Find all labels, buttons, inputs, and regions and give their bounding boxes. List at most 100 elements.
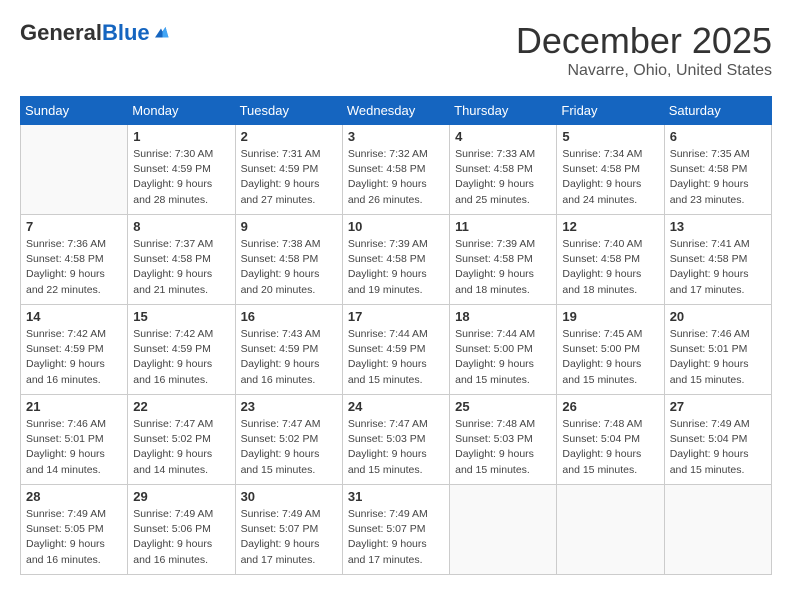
calendar-cell: 1Sunrise: 7:30 AMSunset: 4:59 PMDaylight…: [128, 125, 235, 215]
calendar-cell: 31 Sunrise: 7:49 AMSunset: 5:07 PMDayligh…: [342, 485, 449, 575]
day-info: Sunrise: 7:46 AMSunset: 5:01 PMDaylight:…: [670, 327, 766, 388]
calendar-week-row: 1Sunrise: 7:30 AMSunset: 4:59 PMDaylight…: [21, 125, 772, 215]
calendar-day-header: Friday: [557, 97, 664, 125]
calendar-cell: 17 Sunrise: 7:44 AMSunset: 4:59 PMDayligh…: [342, 305, 449, 395]
calendar-cell: 5 Sunrise: 7:34 AMSunset: 4:58 PMDaylight…: [557, 125, 664, 215]
calendar-day-header: Saturday: [664, 97, 771, 125]
calendar-cell: 8 Sunrise: 7:37 AMSunset: 4:58 PMDaylight…: [128, 215, 235, 305]
calendar-day-header: Sunday: [21, 97, 128, 125]
day-info: Sunrise: 7:49 AMSunset: 5:04 PMDaylight:…: [670, 417, 766, 478]
day-info: Sunrise: 7:39 AMSunset: 4:58 PMDaylight:…: [348, 237, 444, 298]
calendar-cell: 9 Sunrise: 7:38 AMSunset: 4:58 PMDaylight…: [235, 215, 342, 305]
calendar-cell: 10 Sunrise: 7:39 AMSunset: 4:58 PMDayligh…: [342, 215, 449, 305]
calendar-cell: 21 Sunrise: 7:46 AMSunset: 5:01 PMDayligh…: [21, 395, 128, 485]
day-info: Sunrise: 7:33 AMSunset: 4:58 PMDaylight:…: [455, 147, 551, 208]
day-number: 3: [348, 129, 444, 144]
day-info: Sunrise: 7:49 AMSunset: 5:05 PMDaylight:…: [26, 507, 122, 568]
day-number: 30: [241, 489, 337, 504]
title-section: December 2025 Navarre, Ohio, United Stat…: [516, 20, 772, 80]
calendar-cell: 13 Sunrise: 7:41 AMSunset: 4:58 PMDayligh…: [664, 215, 771, 305]
calendar-cell: 20 Sunrise: 7:46 AMSunset: 5:01 PMDayligh…: [664, 305, 771, 395]
day-number: 25: [455, 399, 551, 414]
day-number: 9: [241, 219, 337, 234]
day-number: 13: [670, 219, 766, 234]
calendar-cell: [450, 485, 557, 575]
day-number: 12: [562, 219, 658, 234]
day-number: 5: [562, 129, 658, 144]
day-number: 6: [670, 129, 766, 144]
day-info: Sunrise: 7:37 AMSunset: 4:58 PMDaylight:…: [133, 237, 229, 298]
day-number: 24: [348, 399, 444, 414]
calendar-cell: 2 Sunrise: 7:31 AMSunset: 4:59 PMDaylight…: [235, 125, 342, 215]
day-info: Sunrise: 7:32 AMSunset: 4:58 PMDaylight:…: [348, 147, 444, 208]
calendar-cell: 18 Sunrise: 7:44 AMSunset: 5:00 PMDayligh…: [450, 305, 557, 395]
day-number: 31: [348, 489, 444, 504]
calendar-week-row: 14Sunrise: 7:42 AMSunset: 4:59 PMDayligh…: [21, 305, 772, 395]
day-number: 15: [133, 309, 229, 324]
calendar-cell: 23 Sunrise: 7:47 AMSunset: 5:02 PMDayligh…: [235, 395, 342, 485]
day-number: 2: [241, 129, 337, 144]
calendar-cell: 22Sunrise: 7:47 AMSunset: 5:02 PMDayligh…: [128, 395, 235, 485]
location: Navarre, Ohio, United States: [516, 62, 772, 80]
month-title: December 2025: [516, 20, 772, 62]
calendar-cell: 30 Sunrise: 7:49 AMSunset: 5:07 PMDayligh…: [235, 485, 342, 575]
calendar-week-row: 28 Sunrise: 7:49 AMSunset: 5:05 PMDayligh…: [21, 485, 772, 575]
day-info: Sunrise: 7:38 AMSunset: 4:58 PMDaylight:…: [241, 237, 337, 298]
day-number: 26: [562, 399, 658, 414]
calendar-day-header: Monday: [128, 97, 235, 125]
day-number: 1: [133, 129, 229, 144]
day-info: Sunrise: 7:31 AMSunset: 4:59 PMDaylight:…: [241, 147, 337, 208]
calendar-cell: 4 Sunrise: 7:33 AMSunset: 4:58 PMDaylight…: [450, 125, 557, 215]
day-info: Sunrise: 7:44 AMSunset: 4:59 PMDaylight:…: [348, 327, 444, 388]
day-info: Sunrise: 7:49 AMSunset: 5:07 PMDaylight:…: [348, 507, 444, 568]
day-number: 4: [455, 129, 551, 144]
calendar-day-header: Tuesday: [235, 97, 342, 125]
day-info: Sunrise: 7:40 AMSunset: 4:58 PMDaylight:…: [562, 237, 658, 298]
day-number: 28: [26, 489, 122, 504]
day-info: Sunrise: 7:49 AMSunset: 5:07 PMDaylight:…: [241, 507, 337, 568]
day-info: Sunrise: 7:42 AMSunset: 4:59 PMDaylight:…: [133, 327, 229, 388]
day-number: 19: [562, 309, 658, 324]
day-info: Sunrise: 7:41 AMSunset: 4:58 PMDaylight:…: [670, 237, 766, 298]
calendar-cell: 28 Sunrise: 7:49 AMSunset: 5:05 PMDayligh…: [21, 485, 128, 575]
day-info: Sunrise: 7:42 AMSunset: 4:59 PMDaylight:…: [26, 327, 122, 388]
day-number: 16: [241, 309, 337, 324]
day-info: Sunrise: 7:46 AMSunset: 5:01 PMDaylight:…: [26, 417, 122, 478]
day-info: Sunrise: 7:34 AMSunset: 4:58 PMDaylight:…: [562, 147, 658, 208]
calendar-day-header: Thursday: [450, 97, 557, 125]
day-info: Sunrise: 7:44 AMSunset: 5:00 PMDaylight:…: [455, 327, 551, 388]
calendar-cell: [557, 485, 664, 575]
day-number: 20: [670, 309, 766, 324]
day-number: 17: [348, 309, 444, 324]
calendar-cell: 16Sunrise: 7:43 AMSunset: 4:59 PMDayligh…: [235, 305, 342, 395]
calendar-week-row: 21 Sunrise: 7:46 AMSunset: 5:01 PMDayligh…: [21, 395, 772, 485]
calendar-cell: 27 Sunrise: 7:49 AMSunset: 5:04 PMDayligh…: [664, 395, 771, 485]
calendar-cell: [664, 485, 771, 575]
day-number: 21: [26, 399, 122, 414]
calendar-cell: 3 Sunrise: 7:32 AMSunset: 4:58 PMDaylight…: [342, 125, 449, 215]
day-number: 18: [455, 309, 551, 324]
day-info: Sunrise: 7:48 AMSunset: 5:04 PMDaylight:…: [562, 417, 658, 478]
day-info: Sunrise: 7:45 AMSunset: 5:00 PMDaylight:…: [562, 327, 658, 388]
calendar-week-row: 7 Sunrise: 7:36 AMSunset: 4:58 PMDaylight…: [21, 215, 772, 305]
calendar-cell: 15 Sunrise: 7:42 AMSunset: 4:59 PMDayligh…: [128, 305, 235, 395]
day-number: 11: [455, 219, 551, 234]
calendar-table: SundayMondayTuesdayWednesdayThursdayFrid…: [20, 96, 772, 575]
day-number: 27: [670, 399, 766, 414]
calendar-cell: 7 Sunrise: 7:36 AMSunset: 4:58 PMDaylight…: [21, 215, 128, 305]
calendar-cell: 12 Sunrise: 7:40 AMSunset: 4:58 PMDayligh…: [557, 215, 664, 305]
day-number: 23: [241, 399, 337, 414]
day-info: Sunrise: 7:47 AMSunset: 5:02 PMDaylight:…: [241, 417, 337, 478]
calendar-cell: 6Sunrise: 7:35 AMSunset: 4:58 PMDaylight…: [664, 125, 771, 215]
logo-general-text: GeneralBlue: [20, 20, 150, 46]
day-info: Sunrise: 7:36 AMSunset: 4:58 PMDaylight:…: [26, 237, 122, 298]
logo-icon: [152, 24, 170, 42]
day-number: 8: [133, 219, 229, 234]
day-number: 10: [348, 219, 444, 234]
calendar-cell: 29Sunrise: 7:49 AMSunset: 5:06 PMDayligh…: [128, 485, 235, 575]
day-number: 7: [26, 219, 122, 234]
logo: GeneralBlue: [20, 20, 170, 46]
page-header: GeneralBlue December 2025 Navarre, Ohio,…: [20, 20, 772, 80]
day-info: Sunrise: 7:49 AMSunset: 5:06 PMDaylight:…: [133, 507, 229, 568]
day-info: Sunrise: 7:47 AMSunset: 5:03 PMDaylight:…: [348, 417, 444, 478]
